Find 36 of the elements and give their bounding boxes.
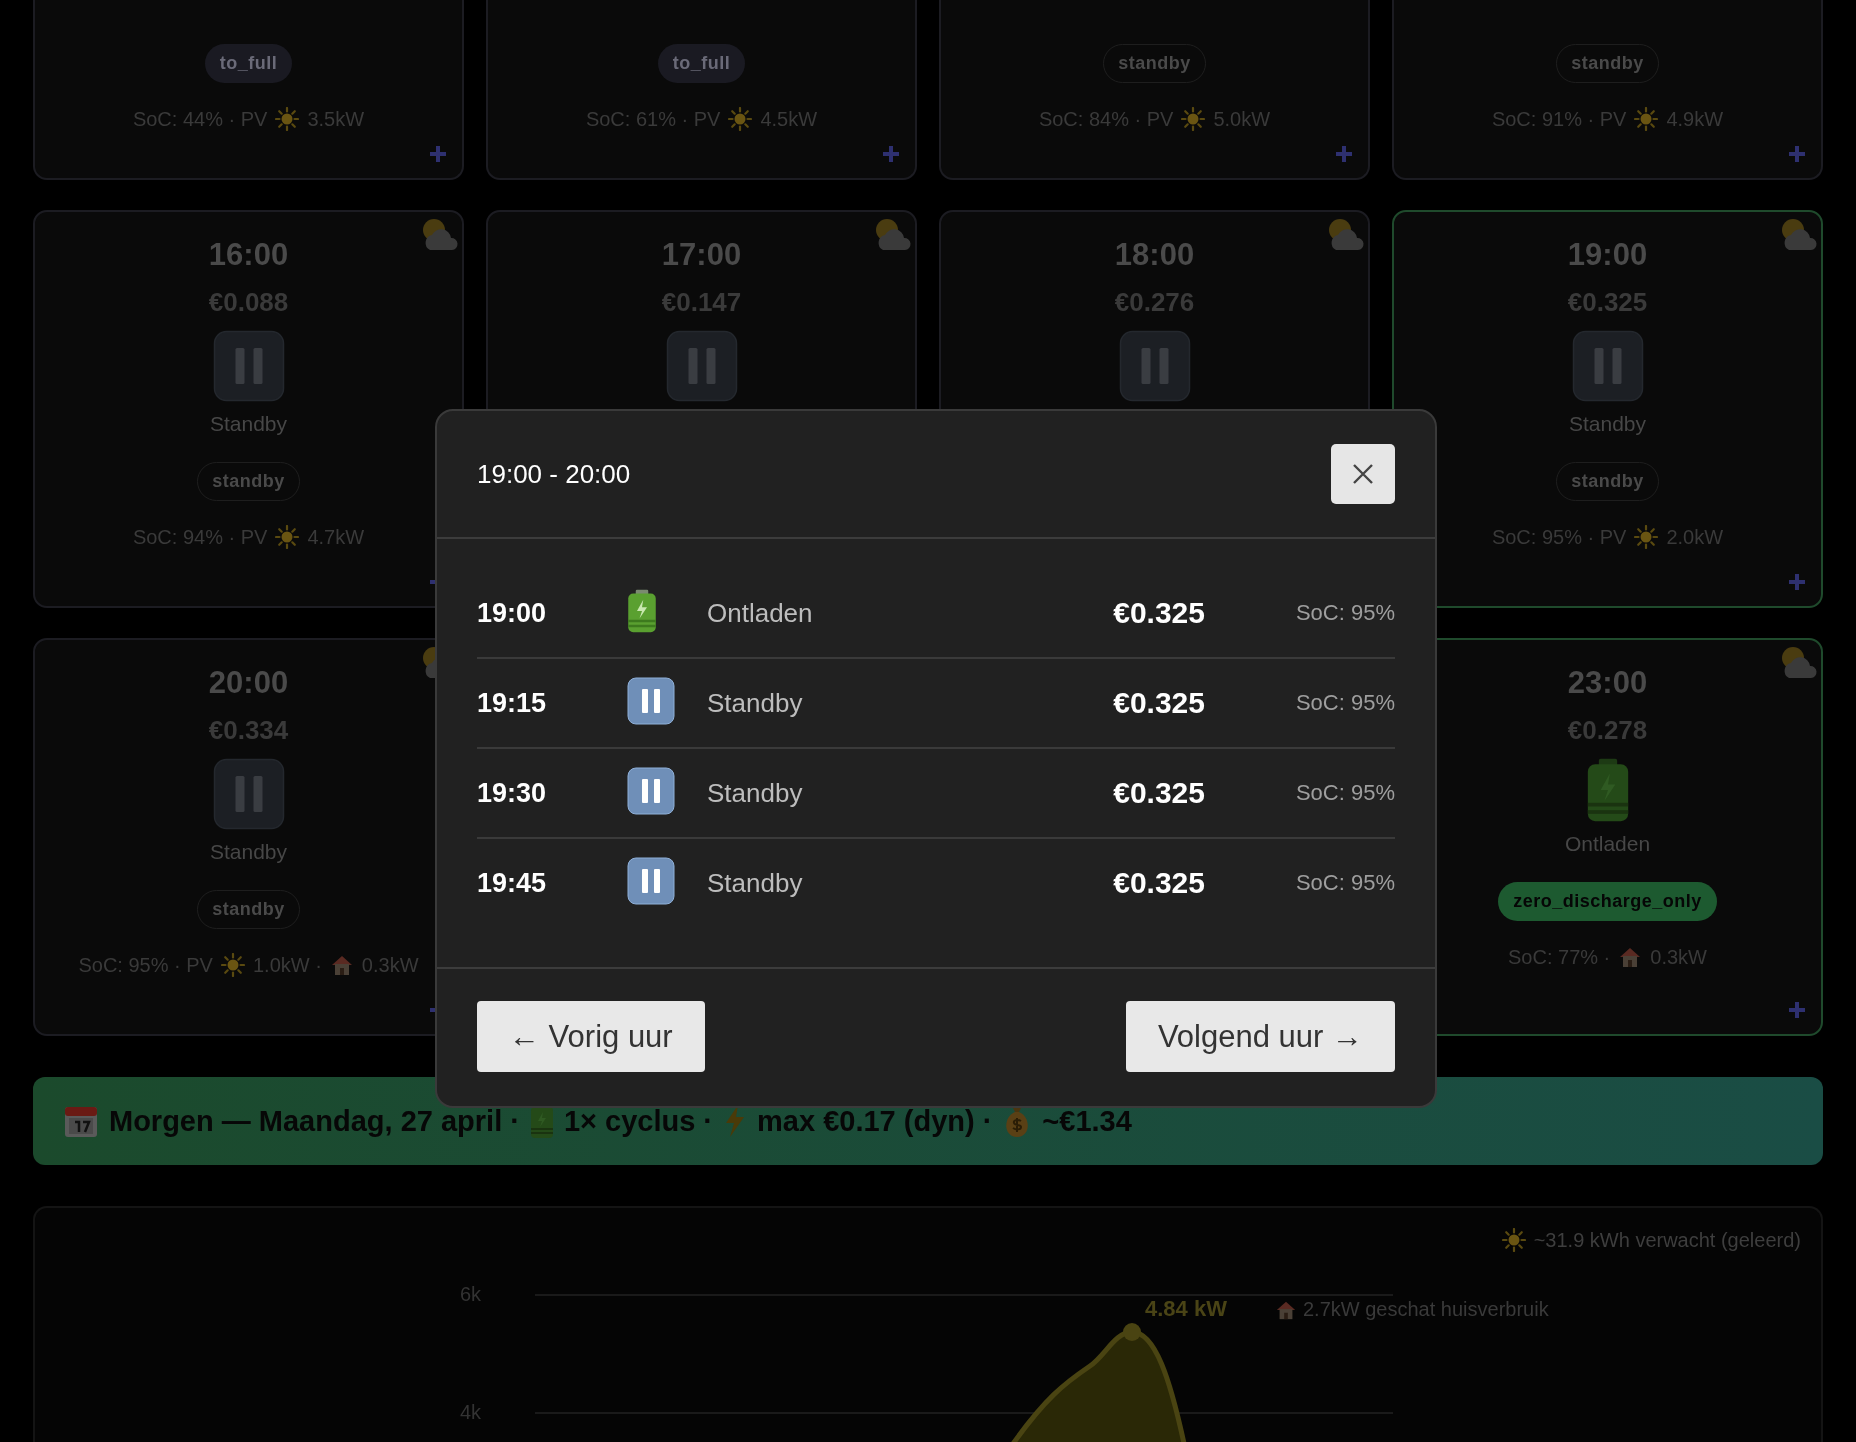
quarter-price: €0.325	[1112, 596, 1206, 630]
mode-label: Standby	[209, 412, 288, 436]
banner-text: 1× cyclus ·	[563, 1104, 714, 1138]
soc-text: SoC: 95%	[1294, 870, 1395, 896]
quarter-price: €0.325	[1112, 686, 1206, 720]
soc-text: SoC: 95%	[1294, 600, 1395, 626]
hour-time: 17:00	[661, 236, 742, 274]
quarter-price: €0.325	[1112, 866, 1206, 900]
peak-label: 4.84 kW	[1145, 1296, 1227, 1322]
soc-text: SoC: 95%	[1294, 780, 1395, 806]
banner-text: Morgen — Maandag, 27 april ·	[109, 1104, 520, 1138]
strategy-tag: zero_discharge_only	[1498, 882, 1717, 921]
quarter-price: €0.325	[1112, 776, 1206, 810]
forecast-text: ~31.9 kWh verwacht (geleerd)	[1533, 1228, 1801, 1252]
soc-text: SoC: 95%	[1294, 690, 1395, 716]
mode-label: Standby	[707, 687, 804, 719]
banner-text: max €0.17 (dyn) ·	[757, 1104, 993, 1138]
mode-label: Standby	[707, 867, 804, 899]
dialog-title: 19:00 - 20:00	[477, 458, 631, 490]
banner-text: ~€1.34	[1042, 1104, 1132, 1138]
hour-time: 16:00	[208, 236, 289, 274]
mode-label: Standby	[707, 777, 804, 809]
mode-label: Ontladen	[1564, 832, 1651, 856]
quarter-time: 19:00	[477, 597, 548, 629]
strategy-tag: to_full	[204, 44, 293, 83]
hour-time: 18:00	[1114, 236, 1195, 274]
mode-label: Standby	[209, 840, 288, 864]
quarter-time: 19:45	[477, 867, 548, 899]
mode-label: Standby	[1568, 412, 1647, 436]
hour-time: 23:00	[1567, 664, 1648, 702]
quarter-time: 19:15	[477, 687, 548, 719]
mode-label: Ontladen	[707, 597, 814, 629]
strategy-tag: to_full	[657, 44, 746, 83]
hour-time: 19:00	[1567, 236, 1648, 274]
hour-time: 20:00	[208, 664, 289, 702]
quarter-time: 19:30	[477, 777, 548, 809]
